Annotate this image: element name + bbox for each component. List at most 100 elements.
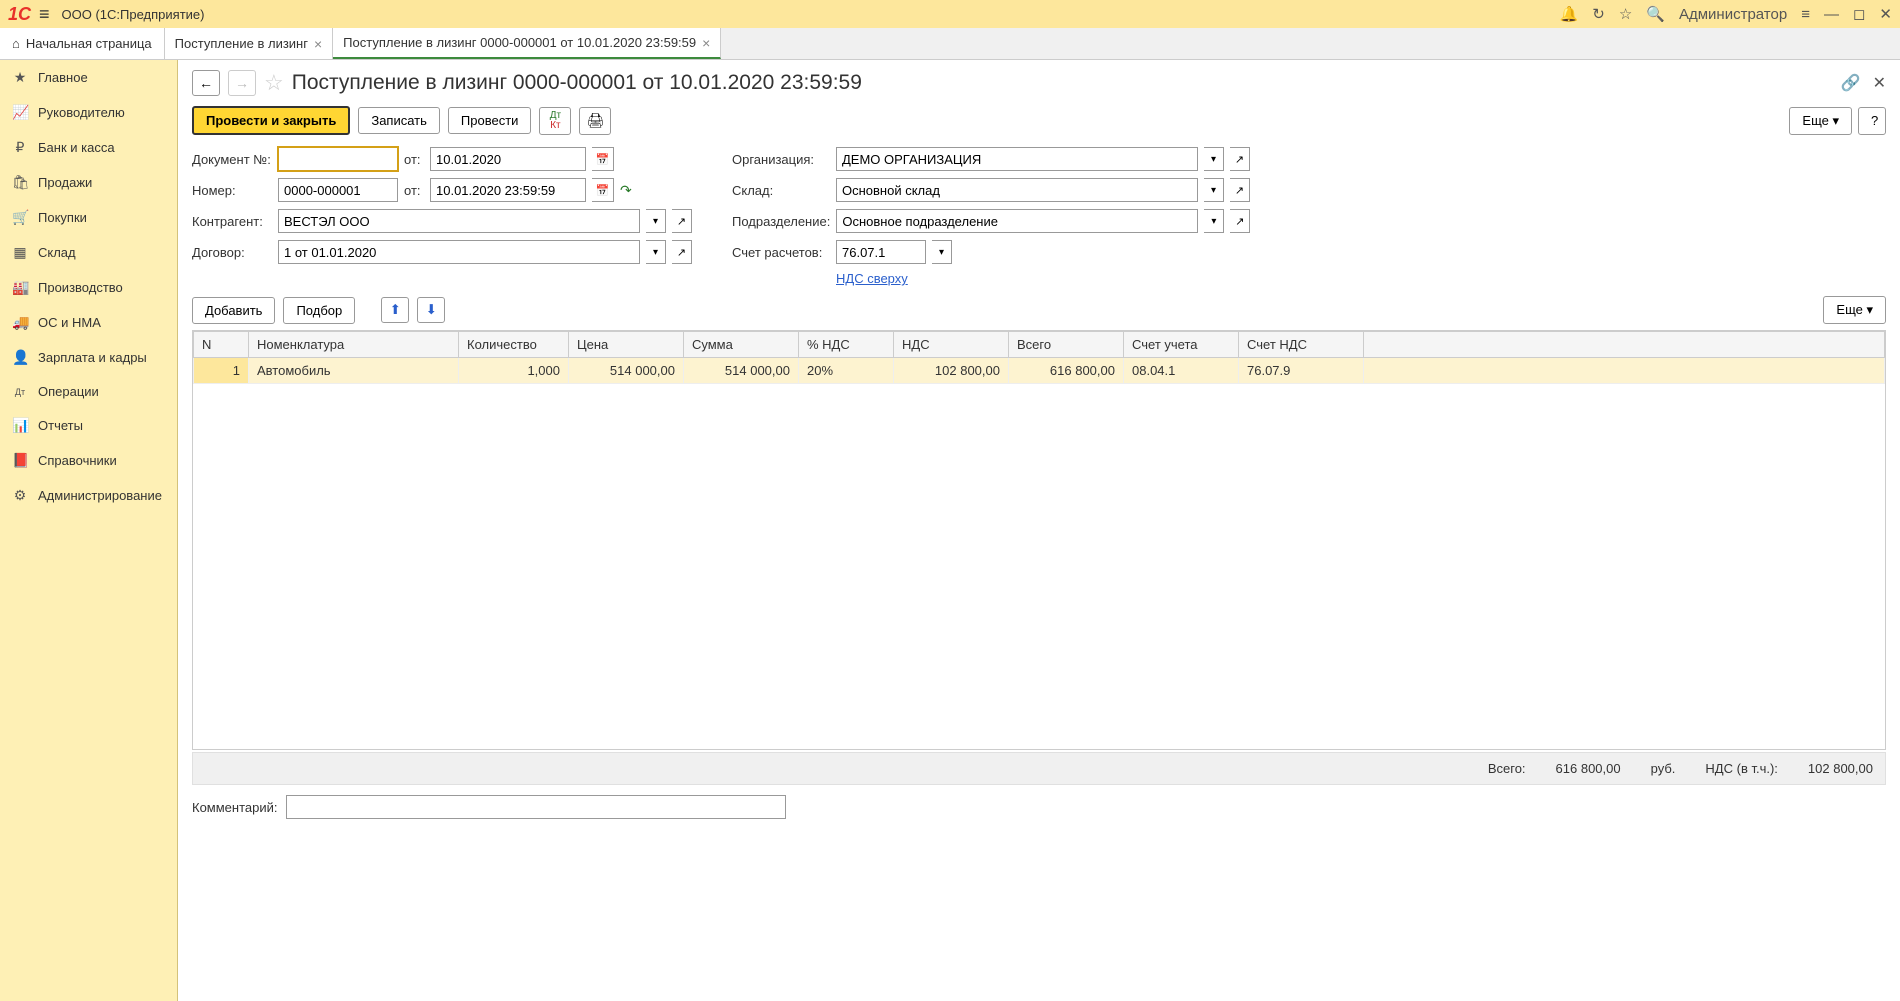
open-button[interactable]: ↗ [1230,147,1250,171]
th-vat[interactable]: НДС [894,332,1009,358]
post-close-button[interactable]: Провести и закрыть [192,106,350,135]
th-acc[interactable]: Счет учета [1124,332,1239,358]
tab-label: Поступление в лизинг [175,36,308,51]
contract-input[interactable] [278,240,640,264]
counterparty-input[interactable] [278,209,640,233]
dropdown-button[interactable]: ▾ [646,240,666,264]
sidebar-label: Банк и касса [38,140,115,155]
th-n[interactable]: N [194,332,249,358]
more-button[interactable]: Еще ▾ [1789,107,1852,135]
dtkt-button[interactable]: ДтКт [539,107,571,135]
maximize-icon[interactable]: ◻ [1853,5,1865,23]
sidebar-item-assets[interactable]: 🚚ОС и НМА [0,305,177,340]
settings-icon[interactable]: ≡ [1801,6,1810,23]
favorite-icon[interactable]: ☆ [264,70,284,96]
th-qty[interactable]: Количество [459,332,569,358]
sidebar-item-purchases[interactable]: 🛒Покупки [0,200,177,235]
cell-sum[interactable]: 514 000,00 [684,358,799,384]
date-input[interactable] [430,147,586,171]
move-down-button[interactable]: ⬇ [417,297,445,323]
minimize-icon[interactable]: — [1824,6,1839,23]
table-row[interactable]: 1 Автомобиль 1,000 514 000,00 514 000,00… [194,358,1885,384]
open-button[interactable]: ↗ [1230,209,1250,233]
cell-qty[interactable]: 1,000 [459,358,569,384]
cell-total[interactable]: 616 800,00 [1009,358,1124,384]
save-button[interactable]: Записать [358,107,440,134]
page-title: Поступление в лизинг 0000-000001 от 10.0… [292,71,862,95]
star-icon[interactable]: ☆ [1619,5,1632,23]
table-more-button[interactable]: Еще ▾ [1823,296,1886,324]
help-button[interactable]: ? [1858,107,1886,135]
post-button[interactable]: Провести [448,107,532,134]
division-input[interactable] [836,209,1198,233]
sidebar-item-bank[interactable]: ₽Банк и касса [0,130,177,165]
cell-vatpct[interactable]: 20% [799,358,894,384]
history-icon[interactable]: ↻ [1592,5,1605,23]
datetime-input[interactable] [430,178,586,202]
doc-no-input[interactable] [278,147,398,171]
sidebar-item-operations[interactable]: ДтОперации [0,375,177,408]
th-vatpct[interactable]: % НДС [799,332,894,358]
cell-vat[interactable]: 102 800,00 [894,358,1009,384]
th-sum[interactable]: Сумма [684,332,799,358]
open-button[interactable]: ↗ [672,240,692,264]
sidebar-item-manager[interactable]: 📈Руководителю [0,95,177,130]
th-price[interactable]: Цена [569,332,684,358]
search-icon[interactable]: 🔍 [1646,5,1665,23]
sidebar-item-warehouse[interactable]: ▦Склад [0,235,177,270]
pick-button[interactable]: Подбор [283,297,355,324]
vat-link[interactable]: НДС сверху [836,271,908,286]
cell-item[interactable]: Автомобиль [249,358,459,384]
calendar-button-2[interactable]: 📅 [592,178,614,202]
cell-price[interactable]: 514 000,00 [569,358,684,384]
org-input[interactable] [836,147,1198,171]
refresh-icon[interactable]: ↷ [620,182,632,199]
open-button[interactable]: ↗ [1230,178,1250,202]
hamburger-icon[interactable]: ≡ [39,4,50,25]
sidebar-item-reports[interactable]: 📊Отчеты [0,408,177,443]
dropdown-button[interactable]: ▾ [932,240,952,264]
th-item[interactable]: Номенклатура [249,332,459,358]
sidebar-item-hr[interactable]: 👤Зарплата и кадры [0,340,177,375]
user-name[interactable]: Администратор [1679,6,1787,23]
bell-icon[interactable]: 🔔 [1560,5,1579,23]
comment-input[interactable] [286,795,786,819]
th-vatacc[interactable]: Счет НДС [1239,332,1364,358]
number-input[interactable] [278,178,398,202]
open-button[interactable]: ↗ [672,209,692,233]
close-content-icon[interactable]: ✕ [1873,73,1886,93]
tab-label: Поступление в лизинг 0000-000001 от 10.0… [343,35,696,50]
dropdown-button[interactable]: ▾ [1204,209,1224,233]
account-input[interactable] [836,240,926,264]
forward-button[interactable]: → [228,70,256,96]
cell-n[interactable]: 1 [194,358,249,384]
titlebar: 1C ≡ ООО (1С:Предприятие) 🔔 ↻ ☆ 🔍 Админи… [0,0,1900,28]
dropdown-button[interactable]: ▾ [646,209,666,233]
close-icon[interactable]: ✕ [1879,5,1892,23]
warehouse-input[interactable] [836,178,1198,202]
sidebar-item-refs[interactable]: 📕Справочники [0,443,177,478]
th-total[interactable]: Всего [1009,332,1124,358]
back-button[interactable]: ← [192,70,220,96]
toolbar: Провести и закрыть Записать Провести ДтК… [192,106,1886,135]
sidebar-item-main[interactable]: ★Главное [0,60,177,95]
add-button[interactable]: Добавить [192,297,275,324]
sidebar-item-sales[interactable]: 🛍Продажи [0,165,177,200]
tab-close-icon[interactable]: × [702,35,710,51]
dropdown-button[interactable]: ▾ [1204,178,1224,202]
logo-1c: 1C [8,4,31,25]
cell-acc[interactable]: 08.04.1 [1124,358,1239,384]
sidebar-item-admin[interactable]: ⚙Администрирование [0,478,177,513]
table-container: N Номенклатура Количество Цена Сумма % Н… [192,330,1886,750]
move-up-button[interactable]: ⬆ [381,297,409,323]
tab-close-icon[interactable]: × [314,36,322,52]
tab-leasing-list[interactable]: Поступление в лизинг × [165,28,334,59]
sidebar-item-production[interactable]: 🏭Производство [0,270,177,305]
calendar-button[interactable]: 📅 [592,147,614,171]
tab-home[interactable]: ⌂ Начальная страница [0,28,165,59]
cell-vatacc[interactable]: 76.07.9 [1239,358,1364,384]
dropdown-button[interactable]: ▾ [1204,147,1224,171]
tab-leasing-doc[interactable]: Поступление в лизинг 0000-000001 от 10.0… [333,28,721,59]
print-button[interactable]: 🖨 [579,107,611,135]
link-icon[interactable]: 🔗 [1841,73,1861,93]
